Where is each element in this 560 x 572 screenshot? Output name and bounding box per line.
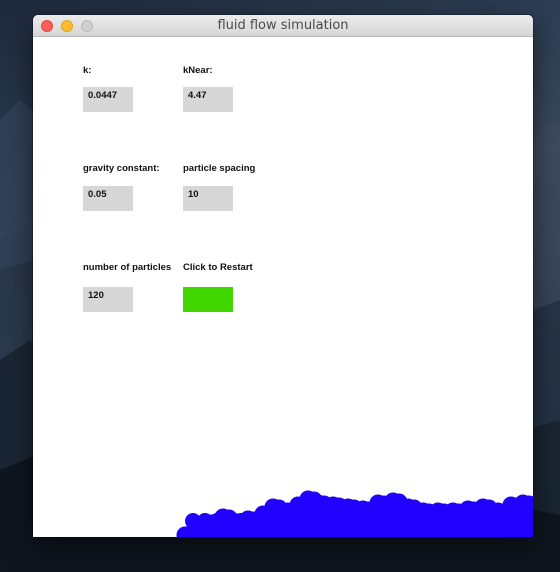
title-bar[interactable]: fluid flow simulation — [33, 15, 533, 37]
fluid-particles — [176, 490, 533, 537]
window-title: fluid flow simulation — [217, 18, 349, 33]
simulation-canvas[interactable]: k: 0.0447 kNear: 4.47 gravity constant: … — [33, 37, 533, 537]
app-window: fluid flow simulation k: 0.0447 kNear: 4… — [33, 15, 533, 537]
